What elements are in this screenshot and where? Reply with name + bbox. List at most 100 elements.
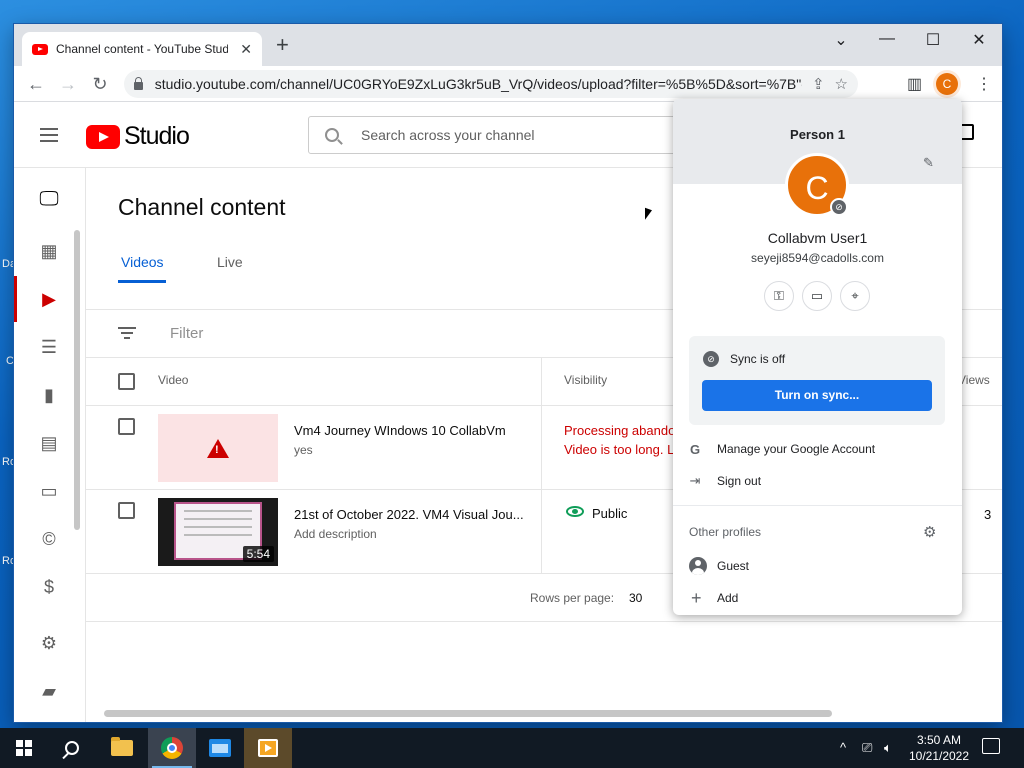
addresses-pin-icon[interactable]: ⌖ [840, 281, 870, 311]
tab-strip: Channel content - YouTube Studio ✕ + ⌄ —… [14, 24, 1002, 66]
guest-avatar-icon [689, 557, 707, 575]
network-icon[interactable]: ⎚ [862, 740, 872, 756]
earn-icon[interactable]: $ [38, 576, 60, 598]
content-icon[interactable]: ▶ [38, 288, 60, 310]
add-profile-item[interactable]: + Add [673, 586, 962, 610]
tab-close-icon[interactable]: ✕ [240, 41, 252, 58]
video-title[interactable]: 21st of October 2022. VM4 Visual Jou... [294, 507, 524, 522]
clock-time: 3:50 AM [916, 733, 962, 747]
column-header-visibility[interactable]: Visibility [564, 373, 607, 387]
video-duration: 5:54 [242, 546, 274, 562]
profile-name: Person 1 [790, 127, 845, 142]
forward-button[interactable]: → [56, 72, 80, 96]
channel-search-input[interactable]: Search across your channel [308, 116, 688, 154]
comments-icon[interactable]: ▤ [38, 432, 60, 454]
manage-account-item[interactable]: G Manage your Google Account [673, 437, 962, 461]
taskbar-explorer-window[interactable] [196, 728, 244, 768]
desktop-icon-label[interactable]: C [6, 355, 14, 367]
subtitles-icon[interactable]: ▭ [38, 480, 60, 502]
turn-on-sync-button[interactable]: Turn on sync... [702, 380, 932, 411]
row-checkbox[interactable] [118, 502, 135, 519]
rows-per-page-select[interactable]: 30 [629, 591, 642, 605]
address-bar[interactable]: studio.youtube.com/channel/UC0GRYoE9ZxLu… [124, 70, 858, 98]
share-icon[interactable]: ⇪ [812, 75, 825, 93]
tab-title: Channel content - YouTube Studio [56, 42, 228, 56]
browser-toolbar: ← → ↻ studio.youtube.com/channel/UC0GRYo… [14, 66, 1002, 102]
visibility-value[interactable]: Public [592, 506, 627, 521]
sync-off-icon: ⊘ [703, 351, 719, 367]
copyright-icon[interactable]: © [38, 528, 60, 550]
filter-input[interactable]: Filter [170, 325, 203, 342]
taskbar-file-explorer[interactable] [98, 728, 146, 768]
minimize-button[interactable]: — [864, 30, 910, 48]
tab-search-icon[interactable]: ⌄ [818, 30, 864, 50]
tab-live[interactable]: Live [217, 254, 243, 270]
chrome-profile-popup: Person 1 ✎ C ⊘ Collabvm User1 seyeji8594… [673, 99, 962, 615]
window-icon [209, 739, 231, 757]
video-title[interactable]: Vm4 Journey WIndows 10 CollabVm [294, 423, 506, 438]
search-icon [325, 128, 339, 142]
video-thumbnail[interactable] [158, 414, 278, 482]
processing-error[interactable]: Video is too long. Le [564, 442, 682, 457]
google-icon: G [689, 441, 701, 457]
search-icon [65, 741, 79, 755]
side-panel-icon[interactable]: ▥ [907, 74, 922, 94]
start-button[interactable] [0, 728, 48, 768]
dashboard-icon[interactable]: ▦ [38, 240, 60, 262]
account-email: seyeji8594@cadolls.com [751, 251, 884, 265]
new-tab-button[interactable]: + [276, 34, 289, 56]
notifications-icon[interactable] [982, 738, 1000, 754]
select-all-checkbox[interactable] [118, 373, 135, 390]
tab-videos[interactable]: Videos [121, 254, 164, 270]
processing-status: Processing abando [564, 423, 676, 438]
video-thumbnail[interactable]: 5:54 [158, 498, 278, 566]
passwords-key-icon[interactable]: ⚿ [764, 281, 794, 311]
sync-card: ⊘ Sync is off Turn on sync... [689, 336, 945, 425]
payment-card-icon[interactable]: ▭ [802, 281, 832, 311]
column-header-views[interactable]: Views [958, 373, 990, 387]
visibility-eye-icon [566, 506, 584, 517]
taskbar: ^ ⎚ 🔈︎ 3:50 AM 10/21/2022 [0, 728, 1024, 768]
column-header-video[interactable]: Video [158, 373, 188, 387]
bookmark-star-icon[interactable]: ☆ [835, 75, 848, 93]
settings-icon[interactable]: ⚙ [38, 632, 60, 654]
nav-scrollbar[interactable] [74, 230, 80, 530]
guest-profile-item[interactable]: Guest [673, 554, 962, 578]
studio-left-nav: 🖵 ▦ ▶ ☰ ▮ ▤ ▭ © $ ⚙ ▰ [14, 168, 86, 722]
horizontal-scrollbar[interactable] [104, 710, 832, 717]
clock-date: 10/21/2022 [908, 749, 970, 763]
search-placeholder: Search across your channel [361, 127, 535, 143]
chrome-menu-icon[interactable]: ⋮ [976, 74, 992, 94]
maximize-button[interactable]: ☐ [910, 30, 956, 50]
tray-chevron-icon[interactable]: ^ [840, 740, 846, 755]
playlists-icon[interactable]: ☰ [38, 336, 60, 358]
lock-icon[interactable] [134, 77, 143, 90]
video-description[interactable]: Add description [294, 527, 377, 541]
channel-avatar-icon[interactable]: 🖵 [38, 188, 60, 210]
close-window-button[interactable]: ✕ [956, 30, 1002, 50]
volume-icon[interactable]: 🔈︎ [884, 740, 892, 756]
back-button[interactable]: ← [24, 72, 48, 96]
filter-icon[interactable] [118, 327, 136, 339]
studio-logo[interactable]: Studio [86, 122, 190, 151]
hamburger-menu-icon[interactable] [40, 128, 58, 142]
taskbar-chrome[interactable] [148, 728, 196, 768]
reload-button[interactable]: ↻ [88, 72, 112, 96]
taskbar-media-app[interactable] [244, 728, 292, 768]
feedback-icon[interactable]: ▰ [38, 680, 60, 702]
sign-out-icon: ⇥ [689, 473, 701, 488]
edit-pencil-icon[interactable]: ✎ [923, 155, 934, 171]
warning-icon [207, 438, 229, 458]
sign-out-item[interactable]: ⇥ Sign out [673, 469, 962, 493]
account-name: Collabvm User1 [767, 230, 868, 246]
manage-profiles-gear-icon[interactable]: ⚙ [923, 523, 936, 541]
profile-avatar-button[interactable]: C [936, 73, 958, 95]
views-value: 3 [984, 507, 992, 522]
system-clock[interactable]: 3:50 AM 10/21/2022 [898, 732, 980, 764]
taskbar-search-button[interactable] [48, 728, 96, 768]
analytics-icon[interactable]: ▮ [38, 384, 60, 406]
active-nav-indicator [14, 276, 17, 322]
url-text[interactable]: studio.youtube.com/channel/UC0GRYoE9ZxLu… [155, 76, 802, 92]
row-checkbox[interactable] [118, 418, 135, 435]
browser-tab[interactable]: Channel content - YouTube Studio ✕ [22, 32, 262, 66]
